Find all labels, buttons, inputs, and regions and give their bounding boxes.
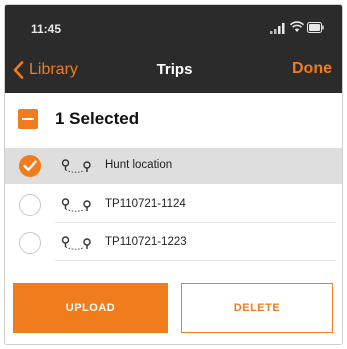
list-item[interactable]: Hunt location xyxy=(5,148,342,184)
battery-icon xyxy=(307,22,324,33)
trip-name: TP110721-1124 xyxy=(105,198,186,210)
list-item[interactable]: TP110721-1223 xyxy=(5,225,342,261)
row-divider xyxy=(55,222,336,223)
signal-icon xyxy=(270,23,285,34)
list-item[interactable]: TP110721-1124 xyxy=(5,187,342,223)
upload-button[interactable]: UPLOAD xyxy=(13,283,168,333)
trip-name: TP110721-1223 xyxy=(105,236,187,248)
checkbox-unchecked[interactable] xyxy=(19,232,41,254)
route-icon xyxy=(61,198,91,212)
checkmark-icon xyxy=(23,160,37,171)
checkbox-checked[interactable] xyxy=(19,155,41,177)
status-icons xyxy=(264,21,324,35)
minus-box-icon[interactable] xyxy=(18,109,38,129)
top-bar: 11:45 Library Trips Done xyxy=(5,5,342,93)
route-icon xyxy=(61,236,91,250)
row-divider xyxy=(55,260,336,261)
wifi-icon xyxy=(290,21,304,32)
checkbox-unchecked[interactable] xyxy=(19,194,41,216)
status-time: 11:45 xyxy=(31,22,62,36)
trip-name: Hunt location xyxy=(105,159,173,171)
done-button[interactable]: Done xyxy=(292,60,332,78)
delete-button[interactable]: DELETE xyxy=(181,283,333,333)
selected-count-label: 1 Selected xyxy=(55,109,140,128)
route-icon xyxy=(61,159,91,173)
selection-header: 1 Selected xyxy=(5,93,342,143)
app-frame: 11:45 Library Trips Done 1 Selected Hunt… xyxy=(4,4,343,345)
